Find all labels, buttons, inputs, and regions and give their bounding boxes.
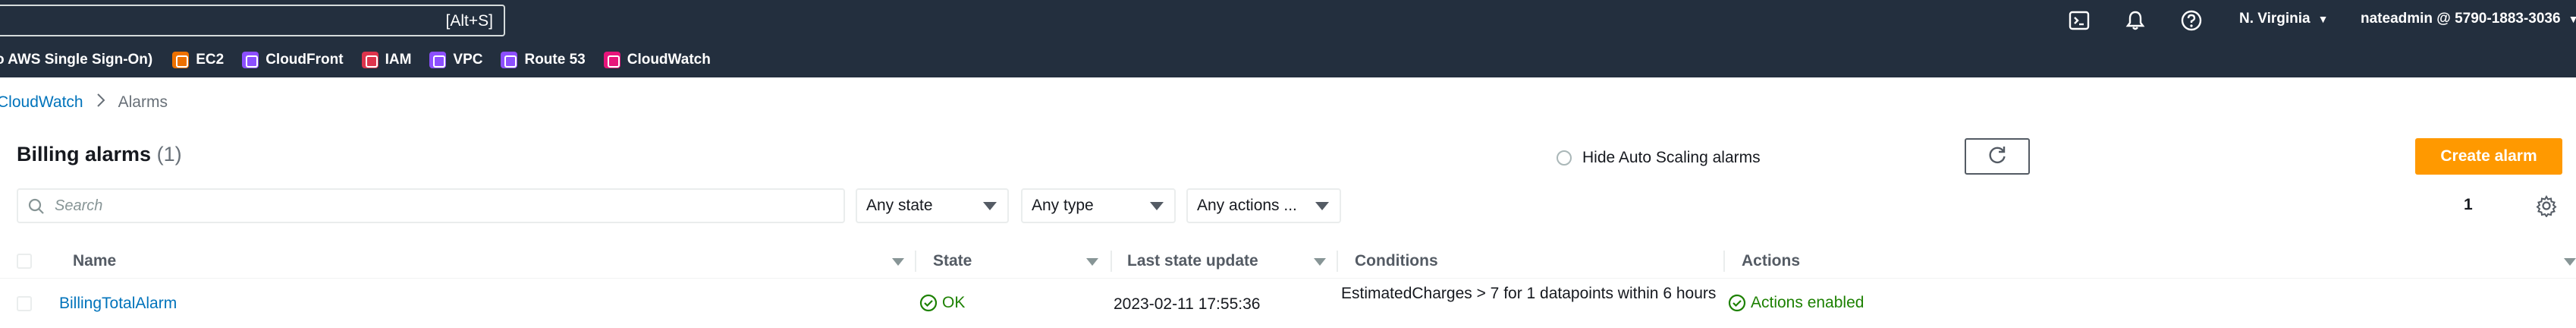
column-header-name[interactable]: Name (73, 252, 116, 270)
header-divider (0, 278, 2576, 279)
favorite-ec2[interactable]: EC2 (172, 52, 224, 68)
gear-icon[interactable] (2535, 194, 2558, 218)
breadcrumb-current: Alarms (118, 93, 168, 111)
alarm-search[interactable] (17, 188, 845, 223)
alarm-actions-status: Actions enabled (1728, 294, 1864, 312)
alarm-state: OK (919, 294, 965, 312)
check-circle-icon (1728, 294, 1746, 312)
column-header-actions[interactable]: Actions (1742, 252, 1800, 270)
favorite-cloudfront[interactable]: CloudFront (242, 52, 344, 68)
alarm-last-update: 2023-02-11 17:55:36 (1114, 295, 1261, 313)
top-navigation: [Alt+S] N. Virginia ▼ nateadmin @ 5790-18… (0, 0, 2576, 77)
hide-autoscaling-radio[interactable] (1557, 150, 1572, 166)
table-header: Name State Last state update Conditions … (0, 248, 2576, 278)
favorite-label: CloudFront (265, 52, 344, 68)
column-divider[interactable] (915, 251, 916, 272)
caret-down-icon (1315, 202, 1329, 210)
type-filter-dropdown[interactable]: Any type (1021, 188, 1176, 223)
region-label: N. Virginia (2239, 11, 2311, 27)
search-input[interactable] (55, 196, 828, 216)
help-icon[interactable] (2180, 9, 2203, 32)
column-divider[interactable] (1337, 251, 1338, 272)
sort-caret-icon[interactable] (892, 258, 904, 266)
row-checkbox[interactable] (17, 296, 32, 311)
refresh-button[interactable] (1965, 138, 2030, 175)
favorite-sso[interactable]: o AWS Single Sign-On) (0, 52, 152, 68)
state-filter-dropdown[interactable]: Any state (856, 188, 1009, 223)
search-icon (27, 197, 46, 216)
actions-filter-value: Any actions ... (1197, 197, 1297, 214)
page-title-text: Billing alarms (17, 143, 152, 166)
select-all-checkbox[interactable] (17, 254, 32, 269)
column-divider[interactable] (1723, 251, 1725, 272)
alarm-name-link[interactable]: BillingTotalAlarm (59, 295, 177, 313)
column-header-conditions[interactable]: Conditions (1355, 252, 1438, 270)
caret-down-icon: ▼ (2317, 13, 2329, 25)
alarm-state-text: OK (942, 294, 966, 311)
ec2-icon (172, 52, 190, 68)
favorite-label: VPC (453, 52, 483, 68)
page-title: Billing alarms (1) (17, 143, 182, 166)
state-filter-value: Any state (866, 197, 933, 214)
cloudwatch-icon (603, 52, 620, 68)
favorite-label: IAM (385, 52, 412, 68)
vpc-icon (429, 52, 447, 68)
nav-row: [Alt+S] N. Virginia ▼ nateadmin @ 5790-18… (0, 0, 2576, 43)
favorite-cloudwatch[interactable]: CloudWatch (603, 52, 711, 68)
caret-down-icon (983, 202, 997, 210)
alarm-count: (1) (156, 143, 182, 166)
favorite-iam[interactable]: IAM (361, 52, 412, 68)
hide-autoscaling-toggle[interactable]: Hide Auto Scaling alarms (1557, 149, 1761, 167)
favorite-route53[interactable]: Route 53 (501, 52, 586, 68)
sort-caret-icon[interactable] (2564, 258, 2576, 266)
favorite-label: EC2 (196, 52, 225, 68)
favorite-label: Route 53 (524, 52, 586, 68)
account-label: nateadmin @ 5790-1883-3036 (2361, 11, 2561, 27)
iam-icon (361, 52, 379, 68)
account-menu[interactable]: nateadmin @ 5790-1883-3036 ▼ (2361, 11, 2576, 27)
alarm-actions-text: Actions enabled (1751, 294, 1864, 311)
page-number[interactable]: 1 (2464, 196, 2473, 214)
chevron-right-icon (96, 93, 106, 112)
favorite-label: CloudWatch (627, 52, 711, 68)
create-alarm-button[interactable]: Create alarm (2415, 138, 2562, 175)
global-search-box[interactable]: [Alt+S] (0, 5, 505, 36)
check-circle-icon (919, 294, 938, 312)
actions-filter-dropdown[interactable]: Any actions ... (1186, 188, 1341, 223)
favorite-label: o AWS Single Sign-On) (0, 52, 153, 68)
caret-down-icon (1150, 202, 1164, 210)
alarm-conditions: EstimatedCharges > 7 for 1 datapoints wi… (1341, 285, 1717, 302)
cloudfront-icon (242, 52, 259, 68)
column-header-state[interactable]: State (933, 252, 972, 270)
region-selector[interactable]: N. Virginia ▼ (2239, 11, 2328, 27)
caret-down-icon: ▼ (2568, 13, 2576, 25)
column-header-last-update[interactable]: Last state update (1127, 252, 1258, 270)
cloudshell-icon[interactable] (2068, 9, 2091, 32)
bell-icon[interactable] (2124, 9, 2147, 32)
favorites-bar: o AWS Single Sign-On) EC2 CloudFront IAM… (0, 47, 729, 73)
search-shortcut-hint: [Alt+S] (445, 12, 493, 30)
sort-caret-icon[interactable] (1314, 258, 1326, 266)
favorite-vpc[interactable]: VPC (429, 52, 482, 68)
breadcrumb-cloudwatch-link[interactable]: CloudWatch (0, 93, 83, 112)
column-divider[interactable] (1111, 251, 1112, 272)
breadcrumb: CloudWatch Alarms (0, 93, 168, 112)
hide-autoscaling-label: Hide Auto Scaling alarms (1582, 149, 1761, 166)
sort-caret-icon[interactable] (1086, 258, 1098, 266)
route53-icon (501, 52, 518, 68)
refresh-icon (1987, 144, 2008, 169)
type-filter-value: Any type (1032, 197, 1094, 214)
